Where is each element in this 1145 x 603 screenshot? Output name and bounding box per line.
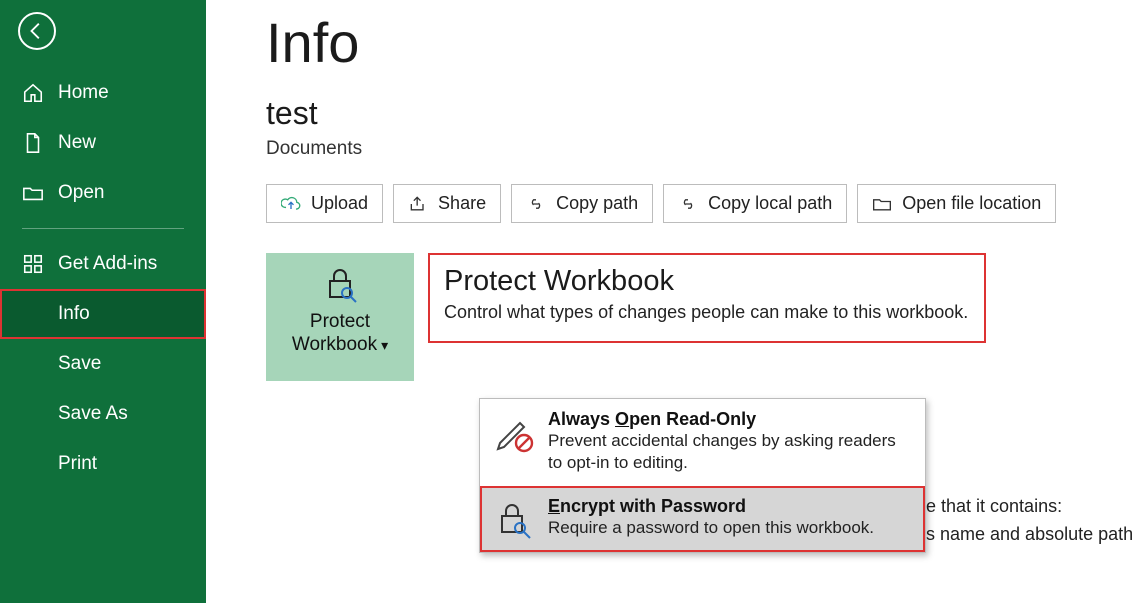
sidebar-item-label: Get Add-ins [58, 253, 157, 275]
menu-item-desc: Prevent accidental changes by asking rea… [548, 430, 909, 474]
action-label: Copy path [556, 193, 638, 214]
chevron-down-icon: ▾ [381, 337, 388, 353]
document-name: test [266, 95, 1125, 132]
sidebar-item-label: Save [58, 353, 101, 375]
sidebar-item-label: Info [58, 303, 90, 325]
protect-workbook-menu: Always Open Read-Only Prevent accidental… [479, 398, 926, 553]
page-title: Info [266, 10, 1125, 75]
arrow-left-icon [26, 20, 48, 42]
sidebar-divider [22, 228, 184, 229]
share-icon [408, 194, 428, 214]
folder-open-icon [872, 194, 892, 214]
menu-item-title: Encrypt with Password [548, 496, 874, 517]
sidebar-item-save[interactable]: Save [0, 339, 206, 389]
sidebar-item-label: Save As [58, 403, 128, 425]
inspect-document-text: e that it contains: s name and absolute … [926, 493, 1133, 549]
backstage-sidebar: Home New Open Get Add-ins Info Save Save… [0, 0, 206, 603]
protect-section: Protect Workbook▾ Protect Workbook Contr… [266, 253, 1125, 381]
tile-label: Protect Workbook▾ [292, 311, 388, 357]
cloud-upload-icon [281, 194, 301, 214]
protect-description: Control what types of changes people can… [444, 302, 970, 323]
link-icon [678, 194, 698, 214]
protect-heading: Protect Workbook [444, 265, 970, 298]
document-icon [22, 132, 44, 154]
link-icon [526, 194, 546, 214]
sidebar-item-label: Open [58, 182, 104, 204]
main-content: Info test Documents Upload Share Copy pa… [206, 0, 1145, 603]
sidebar-item-print[interactable]: Print [0, 439, 206, 489]
protect-workbook-panel: Protect Workbook Control what types of c… [428, 253, 986, 343]
lock-key-icon [320, 265, 360, 305]
sidebar-item-home[interactable]: Home [0, 68, 206, 118]
sidebar-item-info[interactable]: Info [0, 289, 206, 339]
lock-key-icon [494, 500, 534, 540]
sidebar-item-label: Home [58, 82, 109, 104]
protect-workbook-button[interactable]: Protect Workbook▾ [266, 253, 414, 381]
sidebar-item-open[interactable]: Open [0, 168, 206, 218]
open-location-button[interactable]: Open file location [857, 184, 1056, 223]
sidebar-item-label: Print [58, 453, 97, 475]
action-label: Open file location [902, 193, 1041, 214]
home-icon [22, 82, 44, 104]
action-label: Upload [311, 193, 368, 214]
menu-item-title: Always Open Read-Only [548, 409, 909, 430]
back-button[interactable] [18, 12, 56, 50]
document-location: Documents [266, 138, 1125, 160]
action-row: Upload Share Copy path Copy local path O… [266, 184, 1125, 223]
sidebar-item-saveas[interactable]: Save As [0, 389, 206, 439]
action-label: Copy local path [708, 193, 832, 214]
menu-item-read-only[interactable]: Always Open Read-Only Prevent accidental… [480, 399, 925, 486]
sidebar-item-label: New [58, 132, 96, 154]
share-button[interactable]: Share [393, 184, 501, 223]
menu-item-encrypt-password[interactable]: Encrypt with Password Require a password… [480, 486, 925, 552]
sidebar-item-addins[interactable]: Get Add-ins [0, 239, 206, 289]
action-label: Share [438, 193, 486, 214]
upload-button[interactable]: Upload [266, 184, 383, 223]
copy-local-path-button[interactable]: Copy local path [663, 184, 847, 223]
folder-open-icon [22, 182, 44, 204]
copy-path-button[interactable]: Copy path [511, 184, 653, 223]
sidebar-item-new[interactable]: New [0, 118, 206, 168]
menu-item-desc: Require a password to open this workbook… [548, 517, 874, 539]
pencil-nope-icon [494, 413, 534, 453]
grid-icon [22, 253, 44, 275]
